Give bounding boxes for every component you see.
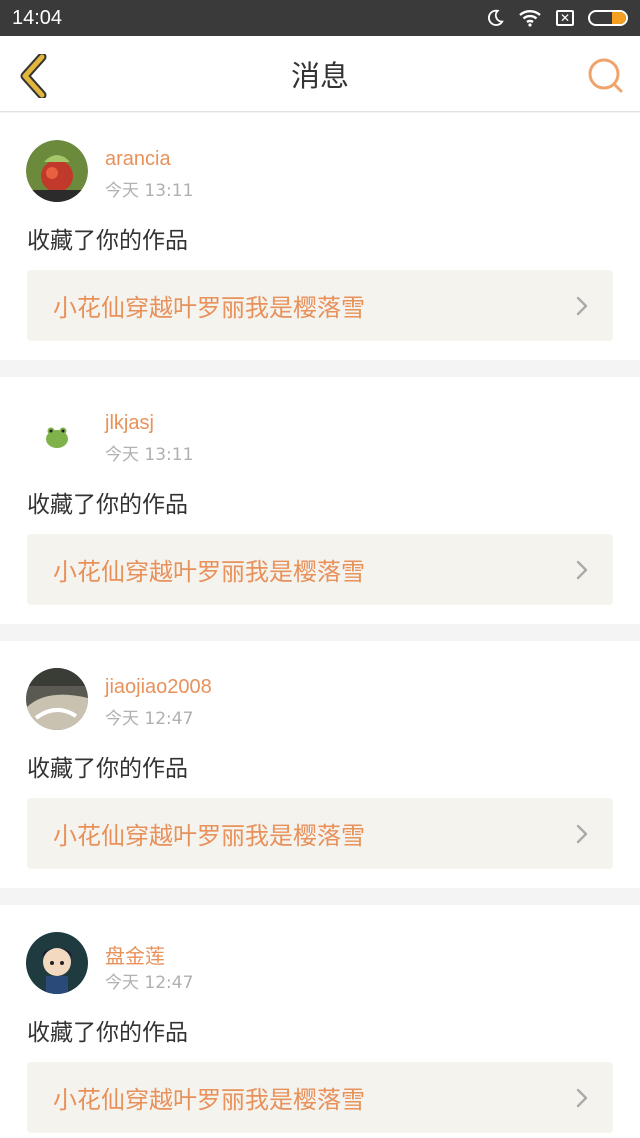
- notification-card: jlkjasj 今天 13:11 收藏了你的作品 小花仙穿越叶罗丽我是樱落雪: [0, 377, 640, 624]
- work-link[interactable]: 小花仙穿越叶罗丽我是樱落雪: [27, 534, 613, 605]
- work-title: 小花仙穿越叶罗丽我是樱落雪: [53, 822, 365, 850]
- work-title: 小花仙穿越叶罗丽我是樱落雪: [53, 294, 365, 322]
- no-sim-icon: ✕: [556, 10, 574, 26]
- avatar[interactable]: [26, 668, 88, 730]
- work-title: 小花仙穿越叶罗丽我是樱落雪: [53, 1086, 365, 1114]
- work-link[interactable]: 小花仙穿越叶罗丽我是樱落雪: [27, 1062, 613, 1133]
- timestamp: 今天 13:11: [105, 445, 194, 465]
- username[interactable]: arancia: [105, 148, 171, 171]
- chevron-right-icon: [576, 560, 588, 580]
- work-link[interactable]: 小花仙穿越叶罗丽我是樱落雪: [27, 270, 613, 341]
- timestamp: 今天 13:11: [105, 181, 194, 201]
- username[interactable]: 盘金莲: [105, 940, 165, 969]
- chevron-right-icon: [576, 1088, 588, 1108]
- status-icons: ✕: [486, 9, 628, 27]
- chevron-right-icon: [576, 824, 588, 844]
- status-bar: 14:04 ✕: [0, 0, 640, 36]
- notification-card: arancia 今天 13:11 收藏了你的作品 小花仙穿越叶罗丽我是樱落雪: [0, 113, 640, 360]
- action-text: 收藏了你的作品: [27, 228, 188, 254]
- moon-icon: [487, 9, 504, 26]
- battery-icon: [588, 10, 628, 26]
- avatar[interactable]: [26, 140, 88, 202]
- page-title: 消息: [290, 58, 349, 93]
- chevron-right-icon: [576, 296, 588, 316]
- work-title: 小花仙穿越叶罗丽我是樱落雪: [53, 558, 365, 586]
- timestamp: 今天 12:47: [105, 709, 194, 729]
- avatar[interactable]: [26, 932, 88, 994]
- notification-card: jiaojiao2008 今天 12:47 收藏了你的作品 小花仙穿越叶罗丽我是…: [0, 641, 640, 888]
- username[interactable]: jiaojiao2008: [105, 676, 212, 699]
- avatar[interactable]: [26, 404, 88, 466]
- back-icon[interactable]: [16, 54, 52, 98]
- wifi-icon: [519, 10, 541, 27]
- username[interactable]: jlkjasj: [105, 412, 154, 435]
- notification-card: 盘金莲 今天 12:47 收藏了你的作品 小花仙穿越叶罗丽我是樱落雪: [0, 905, 640, 1138]
- action-text: 收藏了你的作品: [27, 1020, 188, 1046]
- action-text: 收藏了你的作品: [27, 756, 188, 782]
- timestamp: 今天 12:47: [105, 973, 194, 993]
- action-text: 收藏了你的作品: [27, 492, 188, 518]
- search-icon[interactable]: [586, 56, 626, 96]
- work-link[interactable]: 小花仙穿越叶罗丽我是樱落雪: [27, 798, 613, 869]
- header: 消息: [0, 36, 640, 112]
- status-time: 14:04: [12, 6, 63, 29]
